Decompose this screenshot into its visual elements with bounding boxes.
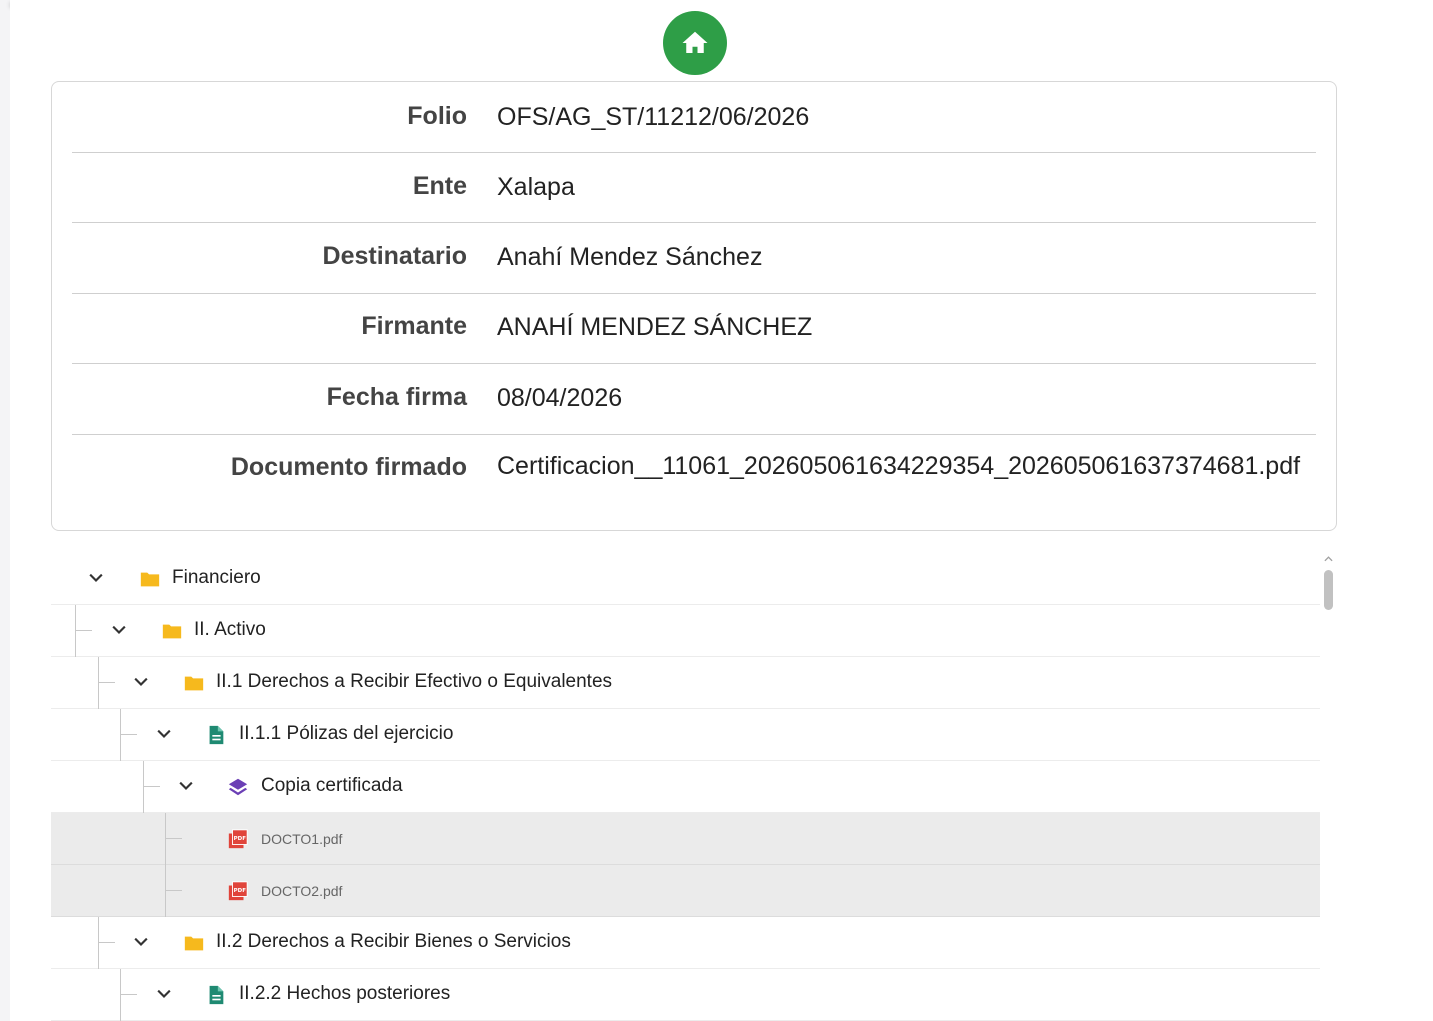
document-tree: Financiero II. Activo II.1 Derechos a Re…	[51, 553, 1320, 1021]
tree-guide-line	[120, 709, 121, 761]
tree-node-polizas[interactable]: II.1.1 Pólizas del ejercicio	[51, 709, 1320, 761]
tree-node-derechos-bienes[interactable]: II.2 Derechos a Recibir Bienes o Servici…	[51, 917, 1320, 969]
document-icon	[209, 985, 224, 1005]
tree-guide-line	[98, 917, 99, 969]
tree-guide-line	[98, 942, 115, 943]
detail-value: Anahí Mendez Sánchez	[497, 243, 763, 271]
detail-label: Documento firmado	[230, 453, 467, 481]
folder-icon	[184, 936, 204, 951]
detail-value: 08/04/2026	[497, 384, 623, 412]
tree-file-docto2[interactable]: PDF DOCTO2.pdf	[51, 865, 1320, 917]
detail-row-destinatario: Destinatario Anahí Mendez Sánchez	[72, 223, 1316, 294]
detail-row-fecha-firma: Fecha firma 08/04/2026	[72, 364, 1316, 435]
tree-node-label: II.2.2 Hechos posteriores	[239, 983, 451, 1004]
chevron-down-icon[interactable]	[131, 672, 151, 692]
tree-guide-line	[98, 682, 115, 683]
detail-row-firmante: Firmante ANAHÍ MENDEZ SÁNCHEZ	[72, 294, 1316, 364]
tree-guide-line	[120, 994, 137, 995]
tree-node-copia-certificada[interactable]: Copia certificada	[51, 761, 1320, 813]
tree-guide-line	[120, 734, 137, 735]
tree-guide-line	[165, 813, 166, 865]
detail-value: ANAHÍ MENDEZ SÁNCHEZ	[497, 313, 813, 341]
tree-guide-line	[143, 786, 160, 787]
tree-node-label: II. Activo	[194, 619, 266, 640]
chevron-down-icon[interactable]	[86, 568, 106, 588]
folder-icon	[162, 624, 182, 639]
tree-node-label: II.2 Derechos a Recibir Bienes o Servici…	[216, 931, 571, 952]
detail-row-documento-firmado: Documento firmado Certificacion__11061_2…	[72, 435, 1316, 531]
tree-guide-line	[120, 969, 121, 1021]
tree-node-label: Copia certificada	[261, 775, 403, 796]
chevron-down-icon[interactable]	[176, 776, 196, 796]
tree-guide-line	[143, 761, 144, 813]
tree-file-label: DOCTO1.pdf	[261, 831, 343, 847]
chevron-down-icon[interactable]	[131, 932, 151, 952]
scrollbar-thumb[interactable]	[1324, 570, 1333, 610]
tree-node-financiero[interactable]: Financiero	[51, 553, 1320, 605]
folder-icon	[184, 676, 204, 691]
detail-label: Fecha firma	[326, 383, 467, 411]
tree-file-label: DOCTO2.pdf	[261, 883, 343, 899]
detail-label: Folio	[407, 102, 467, 130]
detail-row-folio: Folio OFS/AG_ST/11212/06/2026	[72, 82, 1316, 153]
tree-file-docto1[interactable]: PDF DOCTO1.pdf	[51, 813, 1320, 865]
folder-icon	[140, 572, 160, 587]
document-icon	[209, 725, 224, 745]
detail-label: Destinatario	[322, 242, 467, 270]
detail-row-ente: Ente Xalapa	[72, 153, 1316, 223]
document-details-card: Folio OFS/AG_ST/11212/06/2026 Ente Xalap…	[51, 81, 1337, 531]
chevron-down-icon[interactable]	[154, 984, 174, 1004]
pdf-icon: PDF	[228, 829, 248, 849]
detail-value: Xalapa	[497, 173, 575, 201]
chevron-down-icon[interactable]	[154, 724, 174, 744]
svg-text:PDF: PDF	[234, 836, 247, 842]
tree-guide-line	[75, 630, 92, 631]
tree-guide-line	[98, 657, 99, 709]
tree-guide-line	[75, 605, 76, 657]
detail-value: OFS/AG_ST/11212/06/2026	[497, 103, 810, 131]
tree-scrollbar[interactable]	[1320, 553, 1337, 1021]
tree-node-activo[interactable]: II. Activo	[51, 605, 1320, 657]
layers-icon	[228, 778, 248, 796]
tree-node-label: II.1.1 Pólizas del ejercicio	[239, 723, 454, 744]
chevron-down-icon[interactable]	[109, 620, 129, 640]
tree-guide-line	[165, 838, 182, 839]
tree-node-label: Financiero	[172, 567, 261, 588]
detail-label: Firmante	[361, 312, 467, 340]
tree-node-derechos-efectivo[interactable]: II.1 Derechos a Recibir Efectivo o Equiv…	[51, 657, 1320, 709]
tree-guide-line	[165, 890, 182, 891]
signed-document-link[interactable]: Certificacion__11061_20260506163422935​4…	[497, 451, 1316, 481]
pdf-icon: PDF	[228, 881, 248, 901]
detail-label: Ente	[412, 172, 467, 200]
tree-node-hechos-posteriores[interactable]: II.2.2 Hechos posteriores	[51, 969, 1320, 1021]
tree-guide-line	[165, 865, 166, 917]
tree-node-label: II.1 Derechos a Recibir Efectivo o Equiv…	[216, 671, 613, 692]
home-icon	[682, 31, 708, 53]
svg-text:PDF: PDF	[234, 888, 247, 894]
home-button[interactable]	[663, 11, 727, 75]
scroll-up-arrow-icon[interactable]	[1324, 555, 1333, 563]
